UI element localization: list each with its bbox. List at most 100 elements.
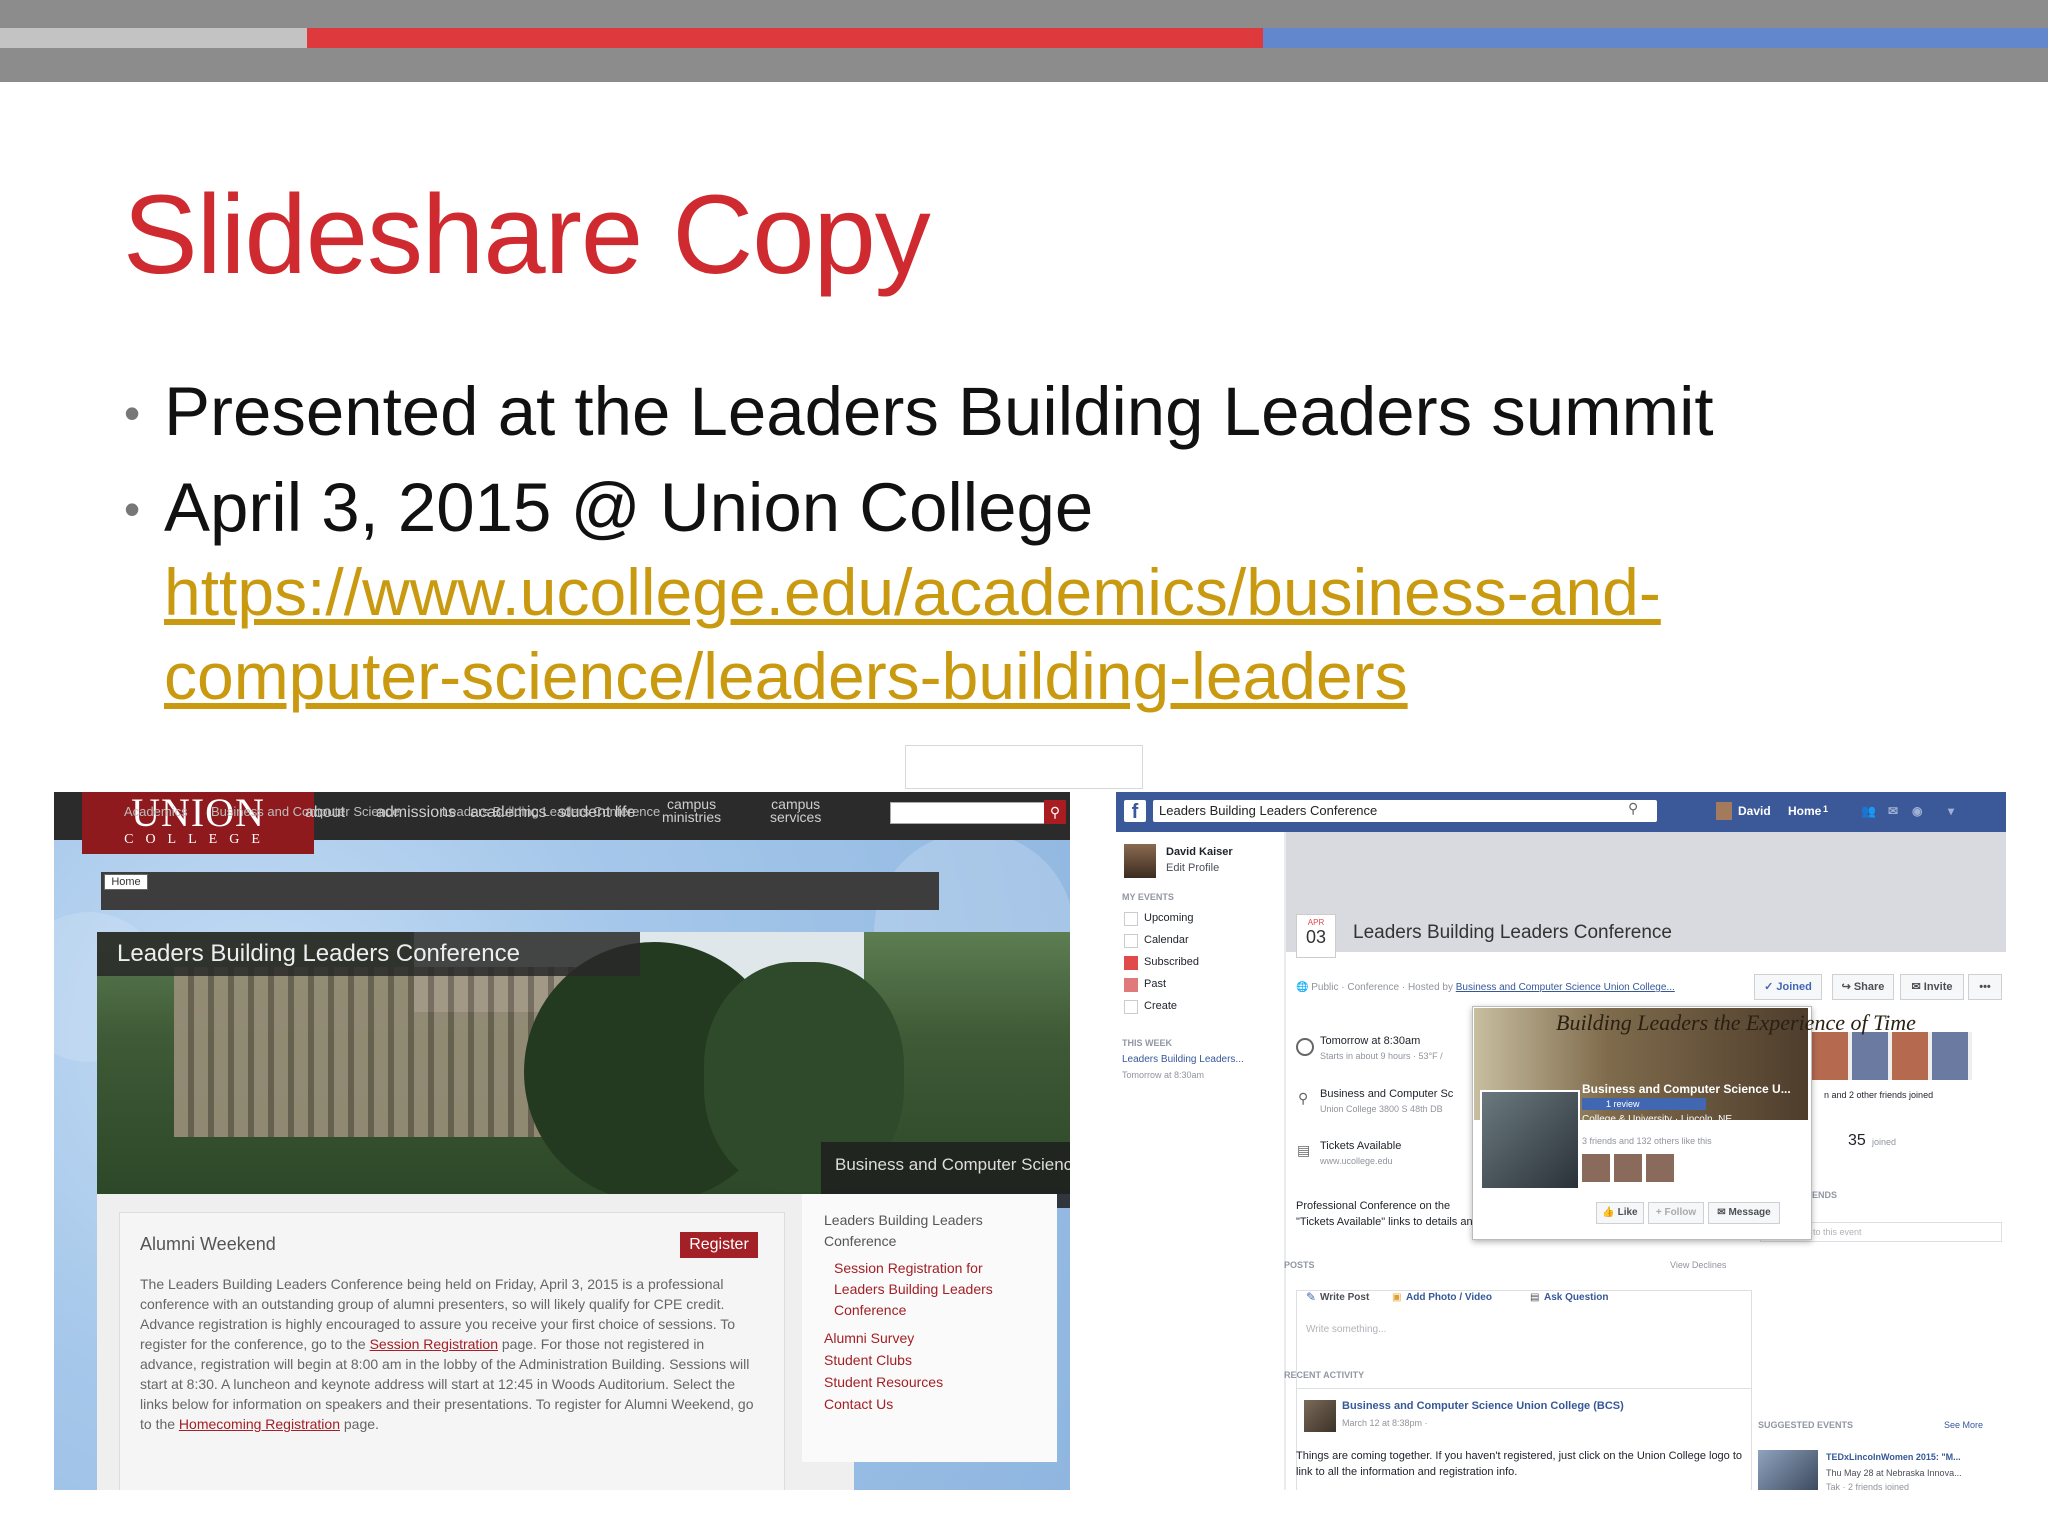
empty-text-box <box>905 745 1143 789</box>
top-bar-red-segment <box>307 28 1263 48</box>
view-declines-link[interactable]: View Declines <box>1670 1260 1726 1270</box>
hovercard-page-name[interactable]: Business and Computer Science U... <box>1582 1082 1791 1096</box>
this-week-event-link[interactable]: Leaders Building Leaders... <box>1122 1054 1244 1065</box>
tickets-label[interactable]: Tickets Available <box>1320 1140 1401 1152</box>
search-icon[interactable]: ⚲ <box>1044 800 1066 824</box>
sidebar-link-alumni-survey[interactable]: Alumni Survey <box>824 1328 914 1349</box>
suggested-event-friends: Tak · 2 friends joined <box>1826 1482 1910 1490</box>
joined-button[interactable]: ✓ Joined <box>1754 974 1822 1000</box>
menu-past[interactable]: Past <box>1144 978 1166 990</box>
button-label: Follow <box>1664 1207 1697 1218</box>
follow-button[interactable]: + Follow <box>1648 1202 1704 1224</box>
post-author[interactable]: Business and Computer Science Union Coll… <box>1342 1400 1624 1412</box>
top-bar-blue-segment <box>1263 28 2048 48</box>
avatar[interactable] <box>1304 1400 1336 1432</box>
share-button[interactable]: ↪ Share <box>1832 974 1894 1000</box>
avatar[interactable] <box>1716 802 1732 820</box>
event-month: APR <box>1307 918 1325 927</box>
event-description-line: Professional Conference on the <box>1296 1200 1451 1212</box>
hero-title: Leaders Building Leaders Conference <box>97 932 640 976</box>
breadcrumb-current[interactable]: Leaders Building Leaders Conference <box>442 804 660 819</box>
sidebar-link-student-resources[interactable]: Student Resources <box>824 1372 943 1393</box>
friend-photos <box>1812 1032 1972 1080</box>
ask-question-tab[interactable]: Ask Question <box>1544 1292 1608 1303</box>
button-label: Joined <box>1776 981 1812 993</box>
logo-text-college: COLLEGE <box>124 832 272 847</box>
event-url-link[interactable]: https://www.ucollege.edu/academics/busin… <box>164 554 1661 630</box>
event-time-detail: Starts in about 9 hours · 53°F / <box>1320 1051 1443 1061</box>
edit-profile-link[interactable]: Edit Profile <box>1166 862 1219 874</box>
write-something-input[interactable]: Write something... <box>1306 1324 1386 1335</box>
facebook-search-input[interactable]: Leaders Building Leaders Conference <box>1153 800 1657 822</box>
avatar[interactable] <box>1124 844 1156 878</box>
conference-description: The Leaders Building Leaders Conference … <box>140 1274 760 1434</box>
host-link[interactable]: Business and Computer Science Union Coll… <box>1456 982 1675 993</box>
homecoming-registration-link[interactable]: Homecoming Registration <box>179 1416 340 1432</box>
write-post-icon: ✎ <box>1306 1290 1317 1304</box>
menu-create[interactable]: Create <box>1144 1000 1177 1012</box>
sidebar-link-student-clubs[interactable]: Student Clubs <box>824 1350 912 1371</box>
sidebar-heading[interactable]: Leaders Building Leaders Conference <box>824 1210 1034 1252</box>
question-icon: ▤ <box>1530 1292 1540 1303</box>
bullet-text: Presented at the Leaders Building Leader… <box>164 373 1714 450</box>
event-location[interactable]: Business and Computer Sc <box>1320 1088 1453 1100</box>
menu-calendar[interactable]: Calendar <box>1144 934 1189 946</box>
session-registration-link[interactable]: Session Registration <box>370 1336 498 1352</box>
friends-heading: ENDS <box>1812 1190 1838 1200</box>
more-options-button[interactable]: ••• <box>1968 974 2002 1000</box>
suggested-event-thumbnail[interactable] <box>1758 1450 1818 1490</box>
upcoming-icon <box>1124 912 1138 926</box>
hovercard-avatar[interactable] <box>1480 1090 1580 1190</box>
joined-friends-text: n and 2 other friends joined <box>1824 1090 1934 1100</box>
top-user-link[interactable]: David <box>1738 804 1771 818</box>
hovercard-review-badge: 1 review <box>1582 1098 1706 1110</box>
site-search-input[interactable] <box>890 802 1050 824</box>
event-privacy-line: 🌐 Public · Conference · Hosted by Busine… <box>1296 982 1675 993</box>
add-photo-tab[interactable]: Add Photo / Video <box>1406 1292 1492 1303</box>
left-navigation <box>1116 832 1284 1490</box>
bullet-dot-icon: • <box>124 483 141 535</box>
breadcrumb-academics[interactable]: Academics <box>124 804 188 819</box>
breadcrumb-business-cs[interactable]: Business and Computer Science <box>211 804 400 819</box>
union-college-logo[interactable]: UNION COLLEGE <box>82 792 314 854</box>
tickets-url[interactable]: www.ucollege.edu <box>1320 1156 1393 1166</box>
nav-campus-services[interactable]: campus services <box>770 797 821 824</box>
breadcrumb-home[interactable]: Home <box>104 874 148 890</box>
search-icon[interactable]: ⚲ <box>1628 800 1638 817</box>
calendar-icon <box>1124 934 1138 948</box>
notifications-icon[interactable]: ◉ <box>1912 804 1922 818</box>
clock-icon <box>1296 1038 1314 1056</box>
breadcrumb <box>101 872 939 910</box>
register-button[interactable]: Register <box>680 1232 758 1258</box>
top-bar-gray-segment <box>0 28 307 48</box>
top-home-link[interactable]: Home <box>1788 804 1821 818</box>
nav-campus-ministries[interactable]: campus ministries <box>662 797 721 824</box>
messages-icon[interactable]: ✉ <box>1888 804 1898 818</box>
hovercard-category: College & University · Lincoln, NE <box>1582 1114 1733 1125</box>
sidebar-session-registration-link[interactable]: Session Registration for Leaders Buildin… <box>834 1258 1034 1321</box>
profile-name[interactable]: David Kaiser <box>1166 846 1233 858</box>
sidebar-link-contact-us[interactable]: Contact Us <box>824 1394 893 1415</box>
settings-icon[interactable]: ▾ <box>1948 804 1954 818</box>
suggested-events-heading: SUGGESTED EVENTS <box>1758 1420 1854 1430</box>
suggested-event-title[interactable]: TEDxLincolnWomen 2015: "M... <box>1826 1452 1961 1462</box>
hovercard-likes: 3 friends and 132 others like this <box>1582 1136 1712 1146</box>
invite-button[interactable]: ✉ Invite <box>1900 974 1964 1000</box>
message-button[interactable]: ✉ Message <box>1708 1202 1780 1224</box>
event-address: Union College 3800 S 48th DB <box>1320 1104 1443 1114</box>
facebook-event-screenshot: f Leaders Building Leaders Conference ⚲ … <box>1116 792 2006 1490</box>
photo-icon: ▣ <box>1392 1292 1402 1303</box>
menu-subscribed[interactable]: Subscribed <box>1144 956 1199 968</box>
recent-activity-heading: RECENT ACTIVITY <box>1284 1370 1365 1380</box>
ticket-icon: ▤ <box>1297 1142 1311 1158</box>
this-week-event-time: Tomorrow at 8:30am <box>1122 1070 1205 1080</box>
friend-requests-icon[interactable]: 👥 <box>1861 804 1876 818</box>
write-post-tab[interactable]: Write Post <box>1316 1292 1369 1303</box>
facebook-logo-icon[interactable]: f <box>1124 800 1146 823</box>
description-text: page. <box>340 1416 379 1432</box>
like-button[interactable]: 👍 Like <box>1596 1202 1644 1224</box>
menu-upcoming[interactable]: Upcoming <box>1144 912 1194 924</box>
slide-title: Slideshare Copy <box>123 172 931 297</box>
see-more-link[interactable]: See More <box>1944 1420 1983 1430</box>
event-url-link-continued[interactable]: computer-science/leaders-building-leader… <box>164 638 1408 714</box>
